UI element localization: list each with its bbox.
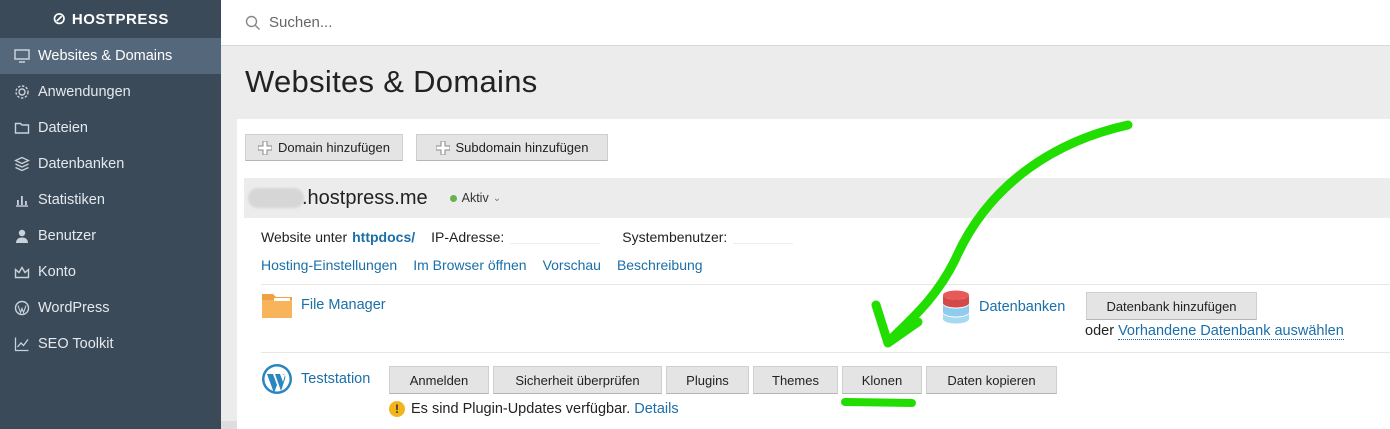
divider xyxy=(261,284,1390,285)
domain-info: Website unter httpdocs/ IP-Adresse: Syst… xyxy=(261,229,794,245)
search-icon xyxy=(245,15,260,30)
plugin-update-notice: ! Es sind Plugin-Updates verfügbar. Deta… xyxy=(389,401,679,417)
add-subdomain-label: Subdomain hinzufügen xyxy=(455,140,589,155)
sidebar-item-label: SEO Toolkit xyxy=(38,336,114,352)
trend-chart-icon xyxy=(13,335,31,353)
crown-icon xyxy=(13,263,31,281)
sidebar-item-label: Websites & Domains xyxy=(38,48,173,64)
chevron-down-icon: ⌄ xyxy=(492,192,502,204)
gear-icon xyxy=(13,83,31,101)
add-database-button[interactable]: Datenbank hinzufügen xyxy=(1086,292,1257,320)
wordpress-site-name[interactable]: Teststation xyxy=(301,371,370,387)
user-icon xyxy=(13,227,31,245)
domains-panel: Domain hinzufügen Subdomain hinzufügen .… xyxy=(237,119,1390,429)
sidebar-item-anwendungen[interactable]: Anwendungen xyxy=(0,74,221,110)
monitor-icon xyxy=(13,47,31,65)
wordpress-icon xyxy=(13,299,31,317)
plus-icon xyxy=(257,140,272,155)
databases-link[interactable]: Datenbanken xyxy=(979,299,1065,315)
file-manager-item[interactable]: File Manager xyxy=(261,290,386,320)
clone-button[interactable]: Klonen xyxy=(842,366,922,394)
status-dot-icon xyxy=(449,194,457,202)
main-content: Websites & Domains Domain hinzufügen Sub… xyxy=(221,46,1390,429)
topbar xyxy=(221,0,1390,46)
domain-name[interactable]: .hostpress.me xyxy=(302,187,428,210)
plus-icon xyxy=(435,140,450,155)
hosting-settings-link[interactable]: Hosting-Einstellungen xyxy=(261,257,397,273)
divider xyxy=(261,352,1390,353)
sidebar-item-label: Anwendungen xyxy=(38,84,131,100)
add-subdomain-button[interactable]: Subdomain hinzufügen xyxy=(416,134,608,161)
add-domain-button[interactable]: Domain hinzufügen xyxy=(245,134,403,161)
hostpress-logo-icon: ⊘ xyxy=(52,9,67,28)
search-input[interactable] xyxy=(269,14,669,31)
sidebar-item-label: Statistiken xyxy=(38,192,105,208)
details-link[interactable]: Details xyxy=(634,401,678,417)
select-existing-database-link[interactable]: Vorhandene Datenbank auswählen xyxy=(1118,323,1344,340)
domain-header: .hostpress.me Aktiv ⌄ xyxy=(244,178,1390,218)
sidebar-item-label: Konto xyxy=(38,264,76,280)
sidebar-item-dateien[interactable]: Dateien xyxy=(0,110,221,146)
brand-logo[interactable]: ⊘ HOSTPRESS xyxy=(0,0,221,38)
open-in-browser-link[interactable]: Im Browser öffnen xyxy=(413,257,526,273)
copy-data-button[interactable]: Daten kopieren xyxy=(926,366,1057,394)
sidebar-item-seo-toolkit[interactable]: SEO Toolkit xyxy=(0,326,221,362)
notice-text: Es sind Plugin-Updates verfügbar. xyxy=(411,401,631,417)
page-title: Websites & Domains xyxy=(245,64,538,99)
redacted-subdomain xyxy=(248,188,304,208)
redacted-ip xyxy=(510,230,601,244)
wordpress-site[interactable]: Teststation xyxy=(261,363,370,395)
sidebar-item-label: Datenbanken xyxy=(38,156,125,172)
databases-item[interactable]: Datenbanken xyxy=(941,290,1065,324)
website-path-link[interactable]: httpdocs/ xyxy=(352,229,415,245)
sidebar-item-label: Benutzer xyxy=(38,228,97,244)
sidebar-item-datenbanken[interactable]: Datenbanken xyxy=(0,146,221,182)
security-check-button[interactable]: Sicherheit überprüfen xyxy=(493,366,662,394)
warning-icon: ! xyxy=(389,401,405,417)
file-manager-link[interactable]: File Manager xyxy=(301,297,386,313)
sidebar: ⊘ HOSTPRESS Websites & Domains Anwendunge… xyxy=(0,0,221,429)
wordpress-logo-icon xyxy=(262,364,292,394)
layers-icon xyxy=(13,155,31,173)
sidebar-item-label: Dateien xyxy=(38,120,88,136)
add-database-label: Datenbank hinzufügen xyxy=(1106,298,1237,314)
sidebar-item-wordpress[interactable]: WordPress xyxy=(0,290,221,326)
sidebar-item-label: WordPress xyxy=(38,300,110,316)
redacted-sysuser xyxy=(733,230,794,244)
website-prefix: Website unter xyxy=(261,229,348,245)
sidebar-item-statistiken[interactable]: Statistiken xyxy=(0,182,221,218)
domain-card: .hostpress.me Aktiv ⌄ Website unter http… xyxy=(244,178,1390,429)
status-dropdown[interactable]: Aktiv ⌄ xyxy=(449,191,502,205)
description-link[interactable]: Beschreibung xyxy=(617,257,703,273)
login-button[interactable]: Anmelden xyxy=(389,366,489,394)
wordpress-actions: Anmelden Sicherheit überprüfen Plugins T… xyxy=(389,366,1061,394)
status-label: Aktiv xyxy=(461,191,489,205)
themes-button[interactable]: Themes xyxy=(753,366,838,394)
domain-links: Hosting-Einstellungen Im Browser öffnen … xyxy=(261,257,719,273)
sidebar-item-konto[interactable]: Konto xyxy=(0,254,221,290)
database-alternative: oder Vorhandene Datenbank auswählen xyxy=(1085,323,1344,340)
bar-chart-icon xyxy=(13,191,31,209)
database-icon xyxy=(943,290,969,324)
db-alt-prefix: oder xyxy=(1085,323,1115,339)
ip-label: IP-Adresse: xyxy=(431,229,505,245)
folder-icon xyxy=(13,119,31,137)
preview-link[interactable]: Vorschau xyxy=(543,257,601,273)
scrollbar[interactable] xyxy=(221,421,237,429)
folder-icon xyxy=(262,294,292,318)
sidebar-item-benutzer[interactable]: Benutzer xyxy=(0,218,221,254)
brand-name: HOSTPRESS xyxy=(71,10,169,28)
sysuser-label: Systembenutzer: xyxy=(622,229,728,245)
sidebar-item-websites-domains[interactable]: Websites & Domains xyxy=(0,38,221,74)
add-domain-label: Domain hinzufügen xyxy=(277,140,391,155)
plugins-button[interactable]: Plugins xyxy=(666,366,749,394)
